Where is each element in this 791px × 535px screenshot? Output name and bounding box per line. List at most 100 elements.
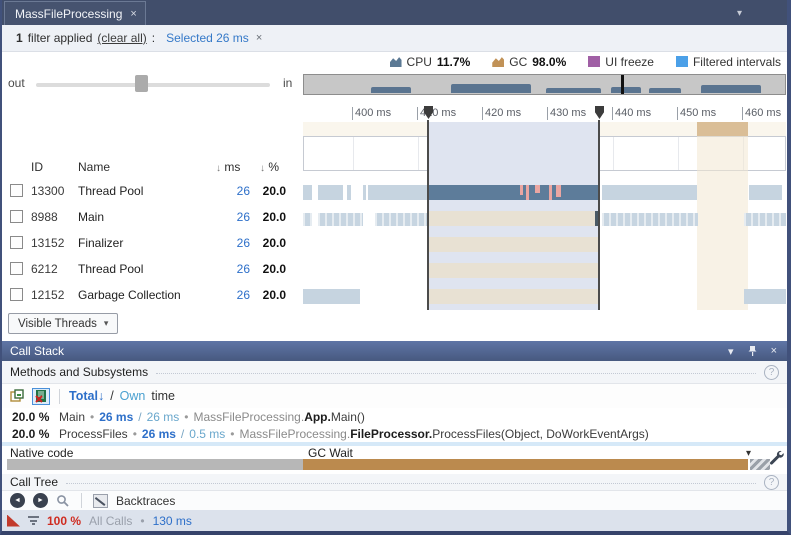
ruler-tick: 410 ms — [417, 107, 418, 120]
native-gc-stacked-bar[interactable] — [7, 459, 748, 470]
method-name: ProcessFiles — [59, 427, 128, 441]
filter-count: 1 — [16, 31, 23, 45]
window-position-icon[interactable]: ▾ — [728, 345, 734, 358]
thread-activity-track[interactable] — [303, 263, 786, 278]
profiler-window: MassFileProcessing × ▾ 1 filter applied … — [0, 0, 791, 535]
gc-wait-segment — [303, 459, 748, 470]
zoom-out-label: out — [8, 76, 25, 90]
sort-own-link[interactable]: Own — [120, 389, 146, 403]
thread-checkbox[interactable] — [10, 236, 23, 249]
help-icon[interactable]: ? — [764, 365, 779, 380]
activity-segment — [363, 185, 366, 200]
thread-table-header: ID Name ↓ ms ↓ % — [2, 160, 298, 175]
thread-checkbox[interactable] — [10, 184, 23, 197]
clear-all-link[interactable]: (clear all) — [97, 31, 146, 45]
thread-pct: 20.0 — [246, 236, 286, 250]
chevron-down-icon[interactable]: ▾ — [746, 448, 751, 459]
thread-row-13300[interactable]: 13300 Thread Pool 26 20.0 — [2, 184, 298, 200]
visible-threads-button[interactable]: Visible Threads ▾ — [8, 313, 118, 334]
forward-icon[interactable]: ► — [33, 493, 48, 508]
help-icon[interactable]: ? — [764, 475, 779, 490]
zoom-slider-track[interactable] — [36, 83, 270, 87]
open-in-new-window-icon[interactable] — [8, 388, 26, 405]
search-icon[interactable] — [56, 494, 70, 508]
ruler-tick-label: 460 ms — [745, 107, 781, 119]
timeline-overview-scrollbar[interactable] — [303, 74, 786, 95]
thread-row-8988[interactable]: 8988 Main 26 20.0 — [2, 210, 298, 226]
activity-segment — [549, 185, 552, 200]
legend-gc: GC 98.0% — [492, 55, 566, 69]
timeline-track[interactable]: 400 ms410 ms420 ms430 ms440 ms450 ms460 … — [303, 97, 786, 341]
legend: CPU 11.7% GC 98.0% UI freeze Filtered in… — [2, 52, 787, 71]
thread-checkbox[interactable] — [10, 210, 23, 223]
method-own-time: 26 ms — [147, 410, 180, 424]
call-tree-title: Call Tree — [10, 475, 58, 489]
tab-close-icon[interactable]: × — [130, 8, 136, 20]
ruler-tick-label: 430 ms — [550, 107, 586, 119]
native-code-row[interactable]: Native code GC Wait ▾ — [2, 446, 787, 459]
method-namespace: MassFileProcessing. — [239, 427, 350, 441]
col-header-pct[interactable]: ↓ % — [260, 160, 279, 174]
overview-activity — [649, 88, 681, 93]
close-icon[interactable]: × — [771, 345, 777, 357]
method-total-time: 26 ms — [142, 427, 176, 441]
selection-boundary-line — [427, 120, 429, 310]
method-pct: 20.0 % — [12, 410, 54, 424]
tab-massfileprocessing[interactable]: MassFileProcessing × — [4, 1, 146, 25]
call-tree-toolbar: ◄ ► Backtraces — [2, 491, 787, 510]
export-excel-icon[interactable] — [32, 388, 50, 405]
cpu-chart-icon — [390, 56, 402, 67]
zoom-slider-thumb[interactable] — [135, 75, 148, 92]
activity-segment — [535, 185, 540, 193]
overview-activity — [611, 87, 641, 93]
activity-segment — [427, 211, 595, 226]
status-all-calls: All Calls — [89, 514, 132, 528]
thread-row-6212[interactable]: 6212 Thread Pool 26 20.0 — [2, 262, 298, 278]
thread-ms: 26 — [210, 210, 250, 224]
back-icon[interactable]: ◄ — [10, 493, 25, 508]
thread-checkbox[interactable] — [10, 288, 23, 301]
ruler-tick: 420 ms — [482, 107, 483, 120]
ui-freeze-label: UI freeze — [605, 55, 654, 69]
chevron-down-icon: ▾ — [104, 318, 109, 329]
wrench-icon[interactable] — [768, 447, 784, 467]
activity-segment — [427, 185, 598, 200]
col-header-ms[interactable]: ↓ ms — [216, 160, 240, 174]
col-header-name[interactable]: Name — [78, 160, 110, 174]
thread-checkbox[interactable] — [10, 262, 23, 275]
thread-name: Thread Pool — [78, 262, 143, 276]
tab-overflow-icon[interactable]: ▾ — [737, 8, 742, 19]
activity-segment — [368, 185, 427, 200]
thread-activity-track[interactable] — [303, 211, 786, 226]
thread-activity-track[interactable] — [303, 289, 786, 304]
timeline-ruler[interactable]: 400 ms410 ms420 ms430 ms440 ms450 ms460 … — [303, 106, 786, 121]
call-stack-title: Call Stack — [10, 344, 64, 358]
thread-activity-track[interactable] — [303, 185, 786, 200]
overview-activity — [701, 85, 761, 93]
thread-row-12152[interactable]: 12152 Garbage Collection 26 20.0 — [2, 288, 298, 304]
backtraces-label[interactable]: Backtraces — [116, 494, 175, 508]
thread-id: 6212 — [31, 262, 58, 276]
thread-name: Thread Pool — [78, 184, 143, 198]
activity-segment — [303, 185, 312, 200]
gridline — [678, 137, 679, 170]
backtraces-icon[interactable] — [93, 494, 108, 508]
method-row-main[interactable]: 20.0 % Main • 26 ms / 26 ms • MassFilePr… — [2, 408, 787, 425]
pin-icon[interactable] — [748, 345, 757, 357]
dotted-divider — [156, 373, 756, 374]
col-header-id[interactable]: ID — [31, 160, 43, 174]
selected-filter-chip[interactable]: Selected 26 ms — [166, 31, 249, 45]
method-row-processfiles[interactable]: 20.0 % ProcessFiles • 26 ms / 0.5 ms • M… — [2, 425, 787, 442]
thread-name: Main — [78, 210, 104, 224]
thread-row-13152[interactable]: 13152 Finalizer 26 20.0 — [2, 236, 298, 252]
ruler-tick-label: 420 ms — [485, 107, 521, 119]
sort-desc-icon: ↓ — [216, 163, 221, 174]
remove-filter-icon[interactable]: × — [256, 32, 262, 44]
call-stack-panel-header[interactable]: Call Stack ▾ × — [2, 341, 787, 361]
legend-cpu: CPU 11.7% — [390, 55, 471, 69]
dotted-divider — [66, 483, 756, 484]
sort-total-link[interactable]: Total↓ — [69, 389, 104, 403]
thread-activity-track[interactable] — [303, 237, 786, 252]
filter-funnel-icon[interactable] — [28, 516, 39, 525]
legend-filtered-intervals: Filtered intervals — [676, 55, 781, 69]
